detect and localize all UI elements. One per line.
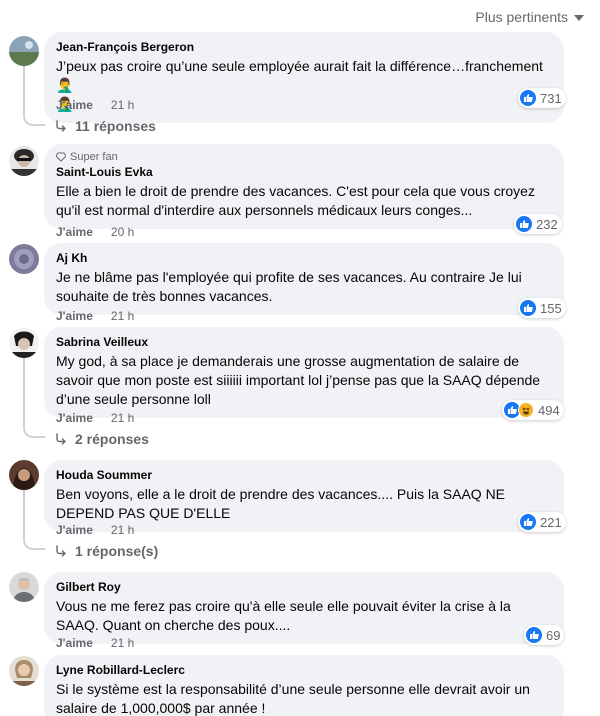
- badge-label: Super fan: [70, 151, 118, 163]
- thread-connector: [23, 536, 45, 550]
- avatar[interactable]: [9, 572, 39, 602]
- comment-author[interactable]: Aj Kh: [56, 251, 552, 265]
- like-button[interactable]: J'aime: [56, 411, 93, 425]
- comment-actions: J'aime 21 h: [56, 636, 134, 650]
- like-button[interactable]: J'aime: [56, 225, 93, 239]
- like-reaction-icon: [526, 627, 542, 643]
- replies-label: 2 réponses: [75, 431, 149, 447]
- view-replies-link[interactable]: 2 réponses: [55, 431, 149, 447]
- avatar[interactable]: [9, 656, 39, 686]
- reaction-summary[interactable]: 221: [518, 512, 566, 532]
- comment-author[interactable]: Gilbert Roy: [56, 580, 552, 594]
- reply-arrow-icon: [56, 545, 66, 557]
- comment-actions: J'aime 21 h: [56, 411, 134, 425]
- comment-timestamp[interactable]: 20 h: [111, 225, 134, 239]
- reaction-count: 69: [546, 627, 561, 643]
- comment-text: Si le système est la responsabilité d’un…: [56, 681, 530, 716]
- reaction-count: 731: [540, 90, 562, 106]
- comment-timestamp[interactable]: 21 h: [111, 636, 134, 650]
- reaction-count: 232: [536, 216, 558, 232]
- comment-timestamp[interactable]: 21 h: [111, 411, 134, 425]
- like-button[interactable]: J'aime: [56, 309, 93, 323]
- like-button[interactable]: J'aime: [56, 98, 93, 112]
- replies-label: 11 réponses: [75, 118, 156, 134]
- comment-bubble: Houda Soummer Ben voyons, elle a le droi…: [44, 460, 564, 532]
- comment-text: Je ne blâme pas l'employée qui profite d…: [56, 269, 522, 304]
- comment-timestamp[interactable]: 21 h: [111, 309, 134, 323]
- avatar[interactable]: [9, 328, 39, 358]
- comment-text: Vous ne me ferez pas croire qu'à elle se…: [56, 598, 511, 633]
- reply-arrow-icon: [56, 433, 66, 445]
- like-reaction-icon: [520, 514, 536, 530]
- sort-dropdown[interactable]: Plus pertinents: [475, 6, 584, 28]
- comment-actions: J'aime 21 h: [56, 523, 134, 537]
- comment-actions: J'aime 21 h: [56, 98, 134, 112]
- diamond-icon: [56, 152, 66, 162]
- avatar[interactable]: [9, 460, 39, 490]
- reaction-summary[interactable]: 232: [514, 214, 562, 234]
- thread-line: [23, 66, 25, 114]
- thread-line: [23, 490, 25, 538]
- comment-text: Elle a bien le droit de prendre des vaca…: [56, 183, 535, 218]
- like-reaction-icon: [520, 300, 536, 316]
- comment-bubble: Gilbert Roy Vous ne me ferez pas croire …: [44, 572, 564, 644]
- comment-bubble: Super fan Saint-Louis Evka Elle a bien l…: [44, 144, 564, 229]
- comment-bubble: Lyne Robillard-Leclerc Si le système est…: [44, 655, 564, 716]
- comment-author[interactable]: Lyne Robillard-Leclerc: [56, 663, 552, 677]
- avatar[interactable]: [9, 146, 39, 176]
- comment-timestamp[interactable]: 21 h: [111, 98, 134, 112]
- reaction-count: 221: [540, 514, 562, 530]
- comment-text: Ben voyons, elle a le droit de prendre d…: [56, 486, 506, 521]
- view-replies-link[interactable]: 1 réponse(s): [55, 543, 158, 559]
- thread-connector: [23, 424, 45, 438]
- comment-actions: J'aime 20 h: [56, 225, 134, 239]
- reaction-count: 494: [538, 402, 560, 418]
- sort-label: Plus pertinents: [475, 9, 568, 25]
- avatar[interactable]: [9, 36, 39, 66]
- super-fan-badge: Super fan: [56, 151, 552, 163]
- replies-label: 1 réponse(s): [75, 543, 159, 559]
- comment-author[interactable]: Sabrina Veilleux: [56, 335, 552, 349]
- comment-bubble: Aj Kh Je ne blâme pas l'employée qui pro…: [44, 243, 564, 315]
- avatar[interactable]: [9, 244, 39, 274]
- thread-line: [23, 358, 25, 426]
- reaction-count: 155: [540, 300, 562, 316]
- comment-actions: J'aime 21 h: [56, 309, 134, 323]
- reaction-summary[interactable]: 494: [502, 400, 564, 420]
- view-replies-link[interactable]: 11 réponses: [55, 118, 156, 134]
- reaction-summary[interactable]: 731: [518, 88, 566, 108]
- reaction-summary[interactable]: 69: [524, 625, 565, 645]
- comment-text: My god, à sa place je demanderais une gr…: [56, 353, 541, 407]
- reply-arrow-icon: [56, 120, 66, 132]
- haha-reaction-icon: [518, 402, 534, 418]
- comment-author[interactable]: Saint-Louis Evka: [56, 165, 552, 179]
- like-button[interactable]: J'aime: [56, 523, 93, 537]
- comment-author[interactable]: Jean-François Bergeron: [56, 40, 552, 54]
- like-button[interactable]: J'aime: [56, 636, 93, 650]
- thread-connector: [23, 112, 45, 126]
- comment-timestamp[interactable]: 21 h: [111, 523, 134, 537]
- like-reaction-icon: [516, 216, 532, 232]
- reaction-summary[interactable]: 155: [518, 298, 566, 318]
- comment-author[interactable]: Houda Soummer: [56, 468, 552, 482]
- like-reaction-icon: [520, 90, 536, 106]
- comment-bubble: Sabrina Veilleux My god, à sa place je d…: [44, 327, 564, 418]
- chevron-down-icon: [574, 15, 584, 21]
